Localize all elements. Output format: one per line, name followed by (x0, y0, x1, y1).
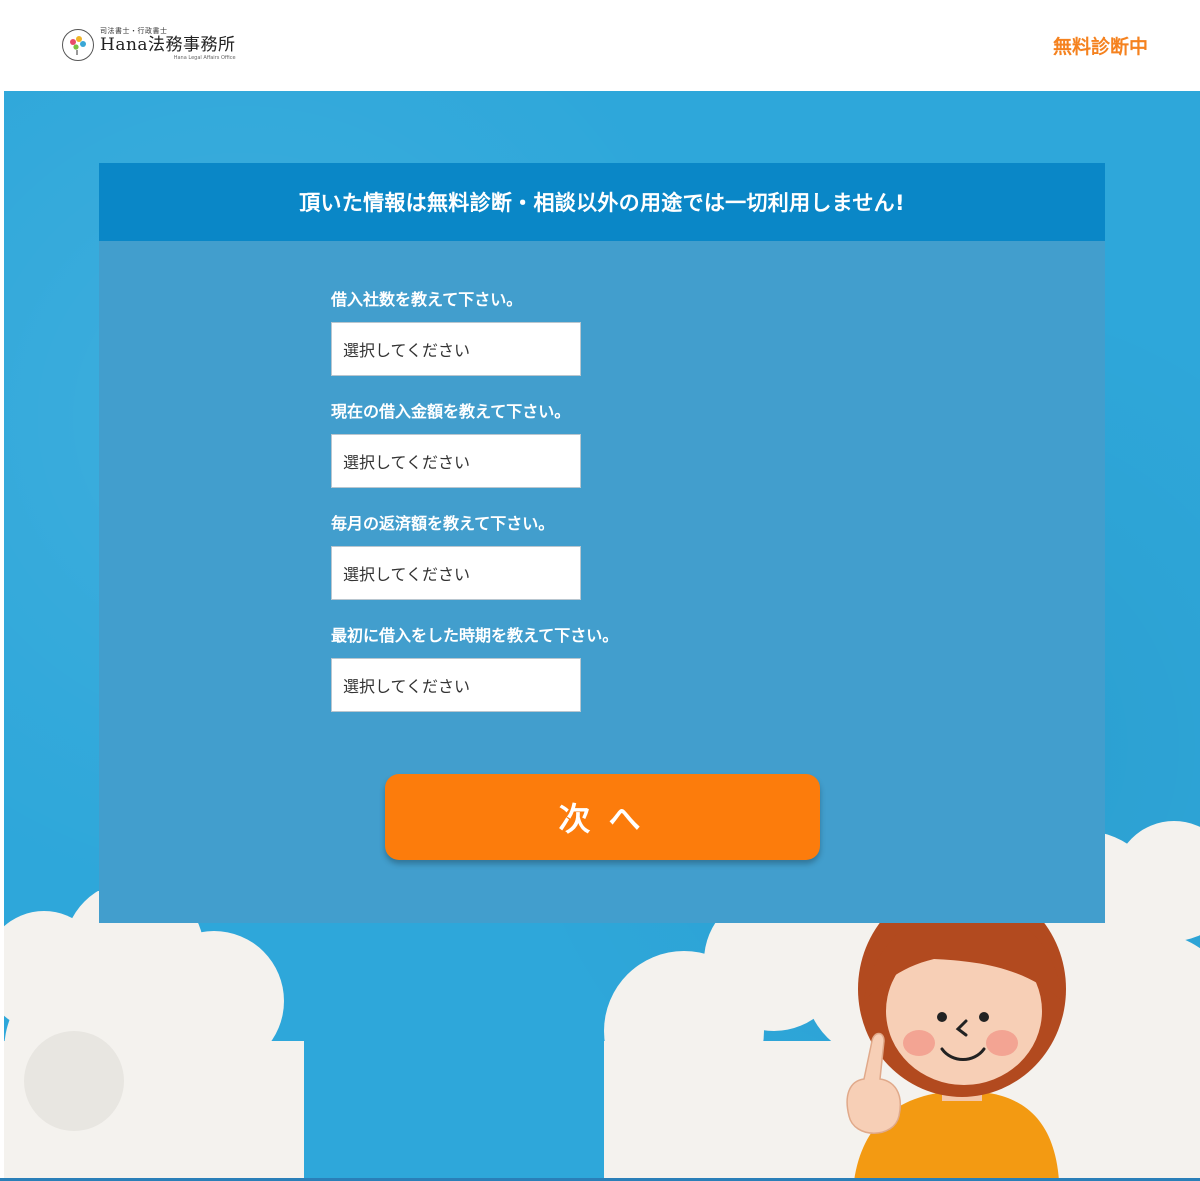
logo-flower-icon (62, 28, 94, 61)
field-current-debt: 現在の借入金額を教えて下さい。 選択してください (331, 398, 581, 488)
diagnosis-form-card: 頂いた情報は無料診断・相談以外の用途では一切利用しません! 借入社数を教えて下さ… (99, 163, 1105, 923)
cloud-left-illustration (4, 891, 304, 1181)
logo-subtitle: 司法書士・行政書士 (100, 27, 168, 35)
field-lender-count: 借入社数を教えて下さい。 選択してください (331, 286, 581, 376)
field-label: 毎月の返済額を教えて下さい。 (331, 514, 555, 533)
free-diagnosis-link[interactable]: 無料診断中 (1053, 32, 1148, 59)
field-first-borrow-date: 最初に借入をした時期を教えて下さい。 選択してください (331, 622, 618, 712)
field-label: 最初に借入をした時期を教えて下さい。 (331, 626, 619, 645)
current-debt-select[interactable]: 選択してください (331, 434, 581, 488)
field-label: 現在の借入金額を教えて下さい。 (331, 402, 571, 421)
hero-background: 頂いた情報は無料診断・相談以外の用途では一切利用しません! 借入社数を教えて下さ… (4, 91, 1200, 1181)
first-borrow-date-select[interactable]: 選択してください (331, 658, 581, 712)
card-header: 頂いた情報は無料診断・相談以外の用途では一切利用しません! (99, 163, 1105, 241)
next-button[interactable]: 次へ (385, 774, 820, 860)
field-monthly-payment: 毎月の返済額を教えて下さい。 選択してください (331, 510, 581, 600)
privacy-notice-title: 頂いた情報は無料診断・相談以外の用途では一切利用しません! (299, 191, 905, 215)
monthly-payment-select[interactable]: 選択してください (331, 546, 581, 600)
logo-name: Hana法務事務所 (100, 35, 236, 55)
logo-english-name: Hana Legal Affairs Office (173, 55, 236, 61)
site-header: 司法書士・行政書士 Hana法務事務所 Hana Legal Affairs O… (0, 0, 1200, 90)
lender-count-select[interactable]: 選択してください (331, 322, 581, 376)
field-label: 借入社数を教えて下さい。 (331, 290, 523, 309)
site-logo[interactable]: 司法書士・行政書士 Hana法務事務所 Hana Legal Affairs O… (62, 28, 236, 61)
